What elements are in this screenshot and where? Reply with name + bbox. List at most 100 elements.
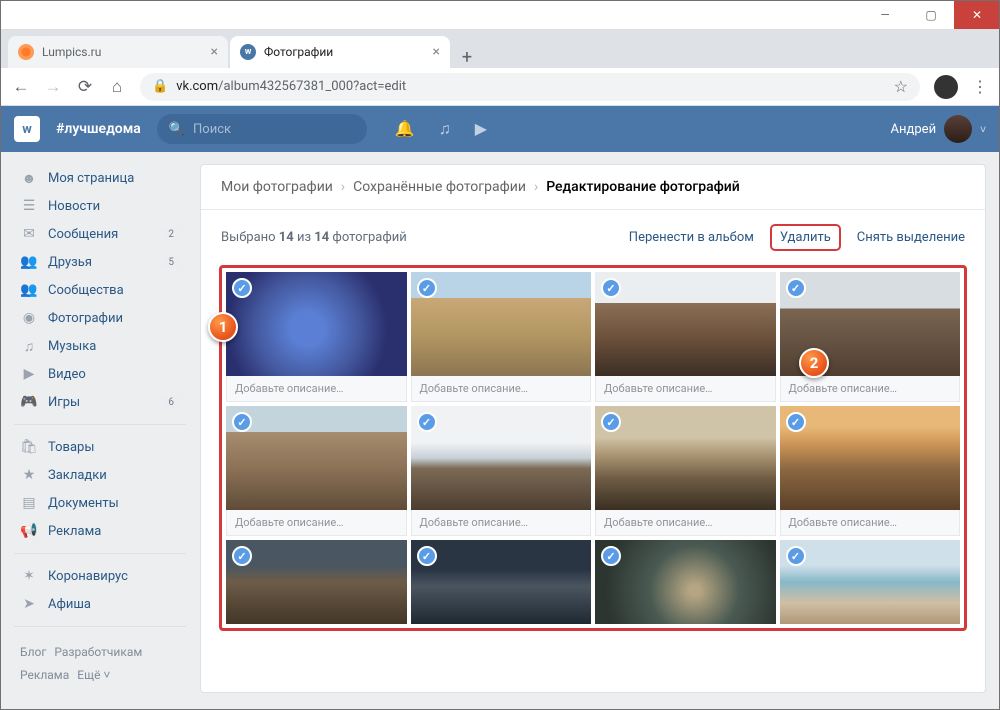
move-to-album-button[interactable]: Перенести в альбом <box>629 230 754 245</box>
photo-description-input[interactable]: Добавьте описание… <box>411 376 592 402</box>
window-close[interactable]: ✕ <box>954 0 1000 29</box>
vk-search-input[interactable]: 🔍 Поиск <box>157 114 367 144</box>
favicon-lumpics-icon <box>18 44 34 60</box>
browser-tab-vk[interactable]: w Фотографии × <box>230 36 450 68</box>
photo-cell[interactable]: ✓ Добавьте описание… <box>780 272 961 402</box>
vk-logo-icon[interactable]: w <box>14 116 40 142</box>
breadcrumb-saved-photos[interactable]: Сохранённые фотографии <box>353 179 526 195</box>
photo-cell[interactable]: ✓ Добавьте описание… <box>226 406 407 536</box>
photo-thumbnail[interactable]: ✓ <box>226 406 407 510</box>
forward-icon[interactable]: → <box>44 77 62 97</box>
sidebar-item[interactable]: 📢Реклама <box>14 517 186 545</box>
sidebar-item[interactable]: ▤Документы <box>14 489 186 517</box>
sidebar-item-label: Товары <box>48 440 94 455</box>
check-icon[interactable]: ✓ <box>601 546 621 566</box>
photo-thumbnail[interactable]: ✓ <box>226 272 407 376</box>
sidebar-item[interactable]: 🎮Игры6 <box>14 388 186 416</box>
check-icon[interactable]: ✓ <box>232 278 252 298</box>
profile-avatar-icon[interactable] <box>934 75 958 99</box>
sidebar-item[interactable]: 👥Сообщества <box>14 276 186 304</box>
sidebar-item[interactable]: ◉Фотографии <box>14 304 186 332</box>
check-icon[interactable]: ✓ <box>232 546 252 566</box>
music-icon[interactable]: ♫ <box>439 119 451 139</box>
footer-link[interactable]: Ещё ˅ <box>77 668 110 682</box>
sidebar-item[interactable]: ▶Видео <box>14 360 186 388</box>
browser-menu-icon[interactable]: ⋮ <box>972 77 988 96</box>
footer-link[interactable]: Реклама <box>20 668 69 682</box>
sidebar-item-label: Закладки <box>48 468 107 483</box>
sidebar-item[interactable]: ☰Новости <box>14 192 186 220</box>
photo-thumbnail[interactable]: ✓ <box>780 540 961 624</box>
address-bar[interactable]: 🔒 vk.com/album432567381_000?act=edit ☆ <box>140 73 920 101</box>
photo-cell[interactable]: ✓ <box>780 540 961 624</box>
check-icon[interactable]: ✓ <box>601 412 621 432</box>
footer-link[interactable]: Блог <box>20 645 46 659</box>
check-icon[interactable]: ✓ <box>601 278 621 298</box>
back-icon[interactable]: ← <box>12 77 30 97</box>
check-icon[interactable]: ✓ <box>786 278 806 298</box>
sidebar-item[interactable]: ★Закладки <box>14 461 186 489</box>
home-icon[interactable]: ⌂ <box>108 77 126 97</box>
video-icon[interactable]: ▶ <box>475 119 487 139</box>
sidebar-footer: Блог Разработчикам Реклама Ещё ˅ <box>14 635 186 693</box>
reload-icon[interactable]: ⟳ <box>76 77 94 97</box>
browser-tab-lumpics[interactable]: Lumpics.ru × <box>8 36 228 68</box>
photo-thumbnail[interactable]: ✓ <box>411 406 592 510</box>
photo-cell[interactable]: ✓ <box>595 540 776 624</box>
photo-thumbnail[interactable]: ✓ <box>780 406 961 510</box>
breadcrumb-my-photos[interactable]: Мои фотографии <box>221 179 333 195</box>
favicon-vk-icon: w <box>240 44 256 60</box>
sidebar-item[interactable]: ☻Моя страница <box>14 164 186 192</box>
photo-description-input[interactable]: Добавьте описание… <box>595 510 776 536</box>
photo-cell[interactable]: ✓ Добавьте описание… <box>595 406 776 536</box>
notifications-icon[interactable]: 🔔 <box>395 119 415 139</box>
check-icon[interactable]: ✓ <box>417 412 437 432</box>
photo-cell[interactable]: ✓ Добавьте описание… <box>595 272 776 402</box>
sidebar-item-label: Игры <box>48 395 80 410</box>
photo-thumbnail[interactable]: ✓ <box>595 540 776 624</box>
chevron-down-icon: ⅴ <box>980 124 986 135</box>
window-maximize[interactable]: ▢ <box>908 0 954 29</box>
deselect-button[interactable]: Снять выделение <box>857 230 965 245</box>
photo-thumbnail[interactable]: ✓ <box>411 272 592 376</box>
photo-description-input[interactable]: Добавьте описание… <box>780 510 961 536</box>
sidebar-item[interactable]: 🛍Товары <box>14 433 186 461</box>
photo-thumbnail[interactable]: ✓ <box>226 540 407 624</box>
photo-thumbnail[interactable]: ✓ <box>595 272 776 376</box>
photo-thumbnail[interactable]: ✓ <box>411 540 592 624</box>
vk-username: Андрей <box>891 122 937 137</box>
photo-description-input[interactable]: Добавьте описание… <box>780 376 961 402</box>
tab-close-icon[interactable]: × <box>211 44 218 60</box>
vk-user-menu[interactable]: Андрей ⅴ <box>891 115 986 143</box>
bookmark-icon[interactable]: ☆ <box>894 77 908 96</box>
sidebar-item[interactable]: ✶Коронавирус <box>14 562 186 590</box>
delete-button[interactable]: Удалить <box>770 224 841 251</box>
check-icon[interactable]: ✓ <box>786 412 806 432</box>
new-tab-button[interactable]: + <box>452 47 482 68</box>
photo-cell[interactable]: ✓ <box>226 540 407 624</box>
photo-description-input[interactable]: Добавьте описание… <box>411 510 592 536</box>
sidebar-item[interactable]: ♫Музыка <box>14 332 186 360</box>
check-icon[interactable]: ✓ <box>232 412 252 432</box>
check-icon[interactable]: ✓ <box>417 546 437 566</box>
footer-link[interactable]: Разработчикам <box>54 645 142 659</box>
check-icon[interactable]: ✓ <box>417 278 437 298</box>
photo-cell[interactable]: ✓ Добавьте описание… <box>411 406 592 536</box>
content-panel: Мои фотографии › Сохранённые фотографии … <box>200 164 986 693</box>
photo-description-input[interactable]: Добавьте описание… <box>226 510 407 536</box>
photo-cell[interactable]: ✓ Добавьте описание… <box>780 406 961 536</box>
window-minimize[interactable]: ― <box>862 0 908 29</box>
sidebar-item[interactable]: ➤Афиша <box>14 590 186 618</box>
vk-hashtag[interactable]: #лучшедома <box>56 121 141 137</box>
photo-description-input[interactable]: Добавьте описание… <box>226 376 407 402</box>
photo-thumbnail[interactable]: ✓ <box>595 406 776 510</box>
sidebar-icon: 👥 <box>20 282 38 298</box>
check-icon[interactable]: ✓ <box>786 546 806 566</box>
sidebar-item[interactable]: 👥Друзья5 <box>14 248 186 276</box>
photo-cell[interactable]: ✓ <box>411 540 592 624</box>
photo-cell[interactable]: ✓ Добавьте описание… <box>411 272 592 402</box>
photo-cell[interactable]: ✓ Добавьте описание… <box>226 272 407 402</box>
photo-description-input[interactable]: Добавьте описание… <box>595 376 776 402</box>
sidebar-item[interactable]: ✉Сообщения2 <box>14 220 186 248</box>
tab-close-icon[interactable]: × <box>433 44 440 60</box>
